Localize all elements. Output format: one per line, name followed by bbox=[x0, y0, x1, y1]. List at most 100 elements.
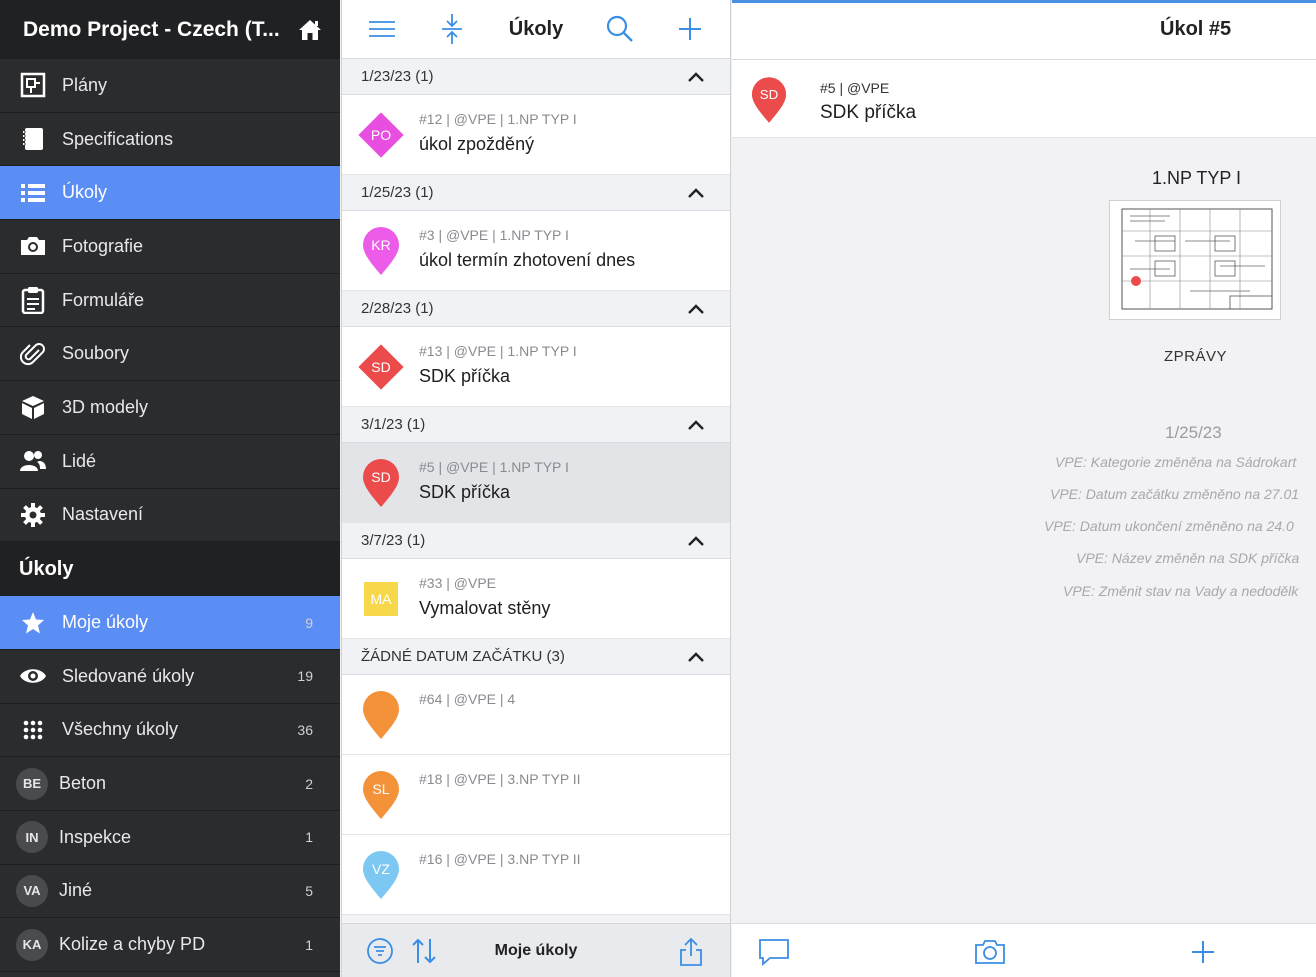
task-row[interactable]: VZ #16 | @VPE | 3.NP TYP II bbox=[342, 835, 730, 915]
date-group-header[interactable]: 2/28/23 (1) bbox=[342, 291, 730, 327]
chevron-up-icon[interactable] bbox=[688, 303, 704, 314]
task-list: 1/23/23 (1) PO #12 | @VPE | 1.NP TYP I úk… bbox=[342, 59, 730, 923]
group-title: 3/7/23 (1) bbox=[361, 532, 426, 549]
task-marker: PO bbox=[356, 108, 406, 162]
sidebar-item-label: Nastavení bbox=[62, 504, 144, 525]
sort-icon[interactable] bbox=[410, 937, 438, 965]
sidebar-item-label: Inspekce bbox=[59, 826, 132, 847]
sidebar-item-soubory[interactable]: Soubory bbox=[0, 327, 340, 382]
task-row-selected[interactable]: SD #5 | @VPE | 1.NP TYP I SDK příčka bbox=[342, 443, 730, 523]
svg-text:SD: SD bbox=[760, 87, 778, 102]
filter-icon[interactable] bbox=[366, 937, 394, 965]
task-marker: MA bbox=[356, 572, 406, 626]
task-name: SDK příčka bbox=[419, 366, 511, 386]
sidebar-item-plany[interactable]: Plány bbox=[0, 59, 340, 113]
sidebar-item-label: Specifications bbox=[62, 128, 174, 149]
chevron-up-icon[interactable] bbox=[688, 187, 704, 198]
sidebar-item-moje-ukoly[interactable]: Moje úkoly 9 bbox=[0, 596, 340, 650]
chevron-up-icon[interactable] bbox=[688, 71, 704, 82]
sidebar-item-ukoly[interactable]: Úkoly bbox=[0, 166, 340, 221]
task-list-panel: Úkoly 1/23/23 (1) PO #12 | @VPE | 1.NP T… bbox=[341, 0, 731, 977]
cube-icon bbox=[19, 393, 47, 421]
task-marker bbox=[356, 688, 406, 742]
sidebar-item-fotografie[interactable]: Fotografie bbox=[0, 220, 340, 274]
task-row[interactable]: PO #12 | @VPE | 1.NP TYP I úkol zpožděný bbox=[342, 95, 730, 175]
project-title[interactable]: Demo Project - Czech (T... bbox=[23, 18, 283, 42]
menu-icon[interactable] bbox=[368, 15, 396, 43]
count-badge: 2 bbox=[305, 775, 313, 792]
sidebar-item-label: Sledované úkoly bbox=[62, 665, 195, 686]
app-window: Demo Project - Czech (T... Plány Specifi… bbox=[0, 0, 1316, 977]
group-title: 2/28/23 (1) bbox=[361, 300, 434, 317]
add-icon[interactable] bbox=[676, 15, 704, 43]
task-detail-header: Úkol #5 bbox=[732, 3, 1316, 60]
sidebar-item-vsechny-ukoly[interactable]: Všechny úkoly 36 bbox=[0, 704, 340, 758]
sidebar-item-label: Jiné bbox=[59, 880, 93, 901]
group-title: 1/23/23 (1) bbox=[361, 68, 434, 85]
sidebar-item-label: Všechny úkoly bbox=[62, 719, 179, 740]
sidebar-item-formulare[interactable]: Formuláře bbox=[0, 274, 340, 328]
category-avatar: IN bbox=[16, 821, 48, 854]
comment-icon[interactable] bbox=[758, 938, 790, 966]
task-detail-summary[interactable]: SD #5 | @VPE SDK příčka bbox=[732, 60, 1316, 138]
task-name: SDK příčka bbox=[419, 482, 511, 502]
date-group-header[interactable]: 1/23/23 (1) bbox=[342, 59, 730, 95]
date-group-header[interactable]: 1/25/23 (1) bbox=[342, 175, 730, 211]
chevron-up-icon[interactable] bbox=[688, 419, 704, 430]
message-item: VPE: Změnit stav na Vady a nedodělk bbox=[1063, 583, 1299, 599]
sidebar-item-beton[interactable]: BE Beton 2 bbox=[0, 757, 340, 811]
message-item: VPE: Datum ukončení změněno na 24.0 bbox=[1044, 518, 1294, 534]
count-badge: 1 bbox=[305, 829, 313, 846]
collapse-icon[interactable] bbox=[438, 14, 466, 44]
task-meta: #5 | @VPE | 1.NP TYP I bbox=[419, 459, 569, 475]
sidebar-item-3d-modely[interactable]: 3D modely bbox=[0, 381, 340, 435]
search-icon[interactable] bbox=[606, 15, 634, 43]
sidebar-item-sledovane-ukoly[interactable]: Sledované úkoly 19 bbox=[0, 650, 340, 704]
task-row[interactable]: SL #18 | @VPE | 3.NP TYP II bbox=[342, 755, 730, 835]
sidebar-item-jine[interactable]: VA Jiné 5 bbox=[0, 865, 340, 919]
task-row[interactable]: KR #3 | @VPE | 1.NP TYP I úkol termín zho… bbox=[342, 211, 730, 291]
message-date: 1/25/23 bbox=[1165, 423, 1222, 442]
task-marker: SD bbox=[356, 456, 406, 510]
add-icon[interactable] bbox=[1187, 938, 1219, 966]
sidebar-item-lide[interactable]: Lidé bbox=[0, 435, 340, 489]
group-title: 3/1/23 (1) bbox=[361, 416, 426, 433]
date-group-header[interactable]: ŽÁDNÉ DATUM ZAČÁTKU (3) bbox=[342, 639, 730, 675]
task-row[interactable]: #64 | @VPE | 4 bbox=[342, 675, 730, 755]
camera-icon[interactable] bbox=[974, 938, 1006, 966]
count-badge: 5 bbox=[305, 882, 313, 899]
task-meta: #16 | @VPE | 3.NP TYP II bbox=[419, 851, 581, 867]
task-marker: VZ bbox=[356, 848, 406, 902]
share-icon[interactable] bbox=[678, 937, 704, 967]
task-meta: #5 | @VPE bbox=[820, 80, 890, 96]
task-name: Vymalovat stěny bbox=[419, 598, 551, 618]
notebook-icon bbox=[19, 125, 47, 153]
sidebar-section-title: Úkoly bbox=[0, 542, 340, 597]
category-avatar: VA bbox=[16, 874, 48, 907]
sidebar-item-kolize[interactable]: KA Kolize a chyby PD 1 bbox=[0, 918, 340, 972]
sidebar-item-label: 3D modely bbox=[62, 396, 149, 417]
home-icon[interactable] bbox=[298, 19, 322, 41]
date-group-header[interactable]: 3/1/23 (1) bbox=[342, 407, 730, 443]
task-name: SDK příčka bbox=[820, 102, 917, 123]
task-row[interactable]: SD #13 | @VPE | 1.NP TYP I SDK příčka bbox=[342, 327, 730, 407]
people-icon bbox=[19, 447, 47, 475]
message-item: VPE: Název změněn na SDK příčka bbox=[1076, 550, 1300, 566]
sidebar-item-specifications[interactable]: Specifications bbox=[0, 113, 340, 167]
chevron-up-icon[interactable] bbox=[688, 651, 704, 662]
grid-icon bbox=[19, 716, 47, 744]
date-group-header[interactable]: 3/7/23 (1) bbox=[342, 523, 730, 559]
sidebar-header: Demo Project - Czech (T... bbox=[0, 0, 340, 59]
task-meta: #18 | @VPE | 3.NP TYP II bbox=[419, 771, 581, 787]
category-avatar: BE bbox=[16, 767, 48, 800]
task-list-toolbar: Úkoly bbox=[342, 0, 730, 59]
sidebar-item-inspekce[interactable]: IN Inspekce 1 bbox=[0, 811, 340, 865]
count-badge: 19 bbox=[297, 668, 313, 685]
message-item: VPE: Datum začátku změněno na 27.01 bbox=[1050, 486, 1300, 502]
chevron-up-icon[interactable] bbox=[688, 535, 704, 546]
sidebar-item-nastaveni[interactable]: Nastavení bbox=[0, 489, 340, 543]
plan-thumbnail[interactable] bbox=[1109, 200, 1281, 320]
task-row[interactable]: MA #33 | @VPE Vymalovat stěny bbox=[342, 559, 730, 639]
eye-icon bbox=[19, 662, 47, 690]
svg-text:SD: SD bbox=[371, 469, 390, 485]
